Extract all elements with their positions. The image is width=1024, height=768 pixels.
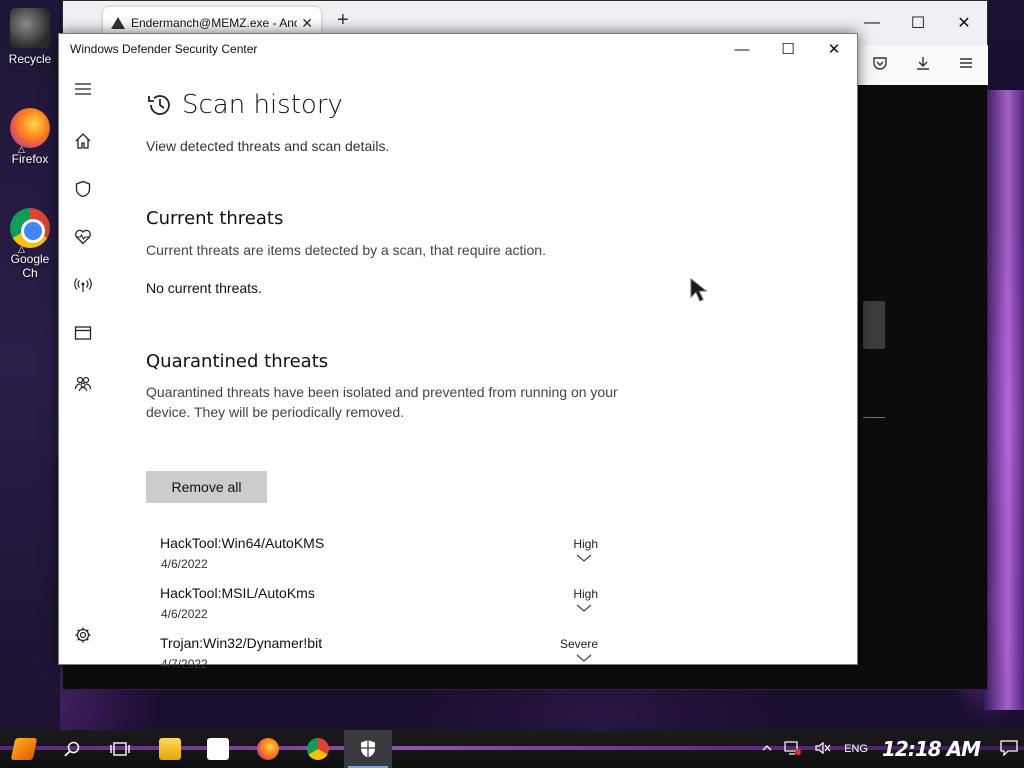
current-threats-heading: Current threats bbox=[146, 208, 284, 229]
minimize-button[interactable]: — bbox=[719, 34, 765, 64]
search-icon bbox=[64, 741, 80, 757]
page-header: Scan history bbox=[146, 90, 343, 120]
chrome-icon bbox=[10, 208, 50, 248]
page-title: Scan history bbox=[182, 90, 343, 120]
page-subtitle: View detected threats and scan details. bbox=[146, 138, 390, 154]
shield-icon[interactable] bbox=[73, 179, 93, 199]
desktop-icon-label: Google Ch bbox=[10, 252, 50, 280]
taskbar-windows-defender[interactable] bbox=[344, 730, 392, 768]
browser-toolbar bbox=[858, 45, 988, 85]
chevron-down-icon[interactable] bbox=[576, 553, 592, 563]
store-icon bbox=[207, 738, 229, 760]
quarantined-threats-heading: Quarantined threats bbox=[146, 351, 329, 372]
close-tab-icon[interactable]: ✕ bbox=[301, 15, 313, 32]
browser-maximize-button[interactable]: ☐ bbox=[895, 1, 941, 45]
taskbar-store[interactable] bbox=[194, 730, 242, 768]
page-panel bbox=[863, 301, 885, 349]
defender-window-controls: — ☐ ✕ bbox=[719, 34, 857, 64]
threat-severity: High bbox=[573, 587, 598, 601]
quarantined-threats-description: Quarantined threats have been isolated a… bbox=[146, 384, 618, 420]
search-button[interactable] bbox=[48, 730, 96, 768]
quarantined-threat-item[interactable]: HackTool:Win64/AutoKMS 4/6/2022 High bbox=[160, 535, 610, 581]
desktop-icon-label: Firefox bbox=[11, 152, 49, 166]
taskbar-file-explorer[interactable] bbox=[146, 730, 194, 768]
home-icon[interactable] bbox=[73, 131, 93, 151]
menu-icon[interactable] bbox=[958, 55, 974, 76]
desktop-icon-recycle-bin[interactable]: Recycle bbox=[2, 8, 58, 66]
window-title: Windows Defender Security Center bbox=[70, 42, 258, 56]
defender-window: Windows Defender Security Center — ☐ ✕ S… bbox=[58, 33, 858, 671]
anonfiles-icon bbox=[111, 17, 125, 29]
volume-icon[interactable] bbox=[814, 740, 832, 759]
desktop-icon-chrome[interactable]: △ Google Ch bbox=[2, 208, 58, 280]
task-view-icon bbox=[110, 742, 130, 756]
threat-name: Trojan:Win32/Dynamer!bit bbox=[160, 635, 323, 651]
broadcast-icon[interactable] bbox=[73, 275, 93, 295]
threat-severity: High bbox=[573, 537, 598, 551]
network-icon[interactable] bbox=[784, 740, 802, 759]
chevron-down-icon[interactable] bbox=[576, 603, 592, 613]
history-icon bbox=[148, 95, 170, 115]
show-hidden-icons-icon[interactable] bbox=[762, 743, 772, 755]
chrome-icon bbox=[307, 738, 329, 760]
start-button[interactable] bbox=[0, 730, 48, 768]
system-tray: ENG 12:18 AM bbox=[756, 730, 1024, 768]
browser-tab-title: Endermanch@MEMZ.exe - AnonFiles bbox=[131, 16, 298, 30]
desktop-icon-label: Recycle bbox=[8, 52, 52, 66]
defender-titlebar[interactable]: Windows Defender Security Center — ☐ ✕ bbox=[59, 34, 857, 64]
remove-all-button[interactable]: Remove all bbox=[146, 471, 267, 503]
close-button[interactable]: ✕ bbox=[811, 34, 857, 64]
input-language[interactable]: ENG bbox=[844, 743, 868, 755]
shortcut-arrow-icon: △ bbox=[18, 144, 25, 154]
maximize-button[interactable]: ☐ bbox=[765, 34, 811, 64]
firefox-icon bbox=[10, 108, 50, 148]
threat-severity: Severe bbox=[559, 637, 598, 651]
defender-shield-icon bbox=[361, 740, 375, 758]
current-threats-description: Current threats are items detected by a … bbox=[146, 242, 546, 258]
taskbar-chrome[interactable] bbox=[294, 730, 342, 768]
new-tab-button[interactable]: + bbox=[337, 9, 349, 32]
taskbar-firefox[interactable] bbox=[244, 730, 292, 768]
threat-name: HackTool:MSIL/AutoKms bbox=[160, 585, 315, 601]
wallpaper-glow bbox=[984, 90, 1024, 710]
family-icon[interactable] bbox=[73, 373, 93, 393]
defender-body: Scan history View detected threats and s… bbox=[59, 64, 857, 671]
heart-pulse-icon[interactable] bbox=[73, 227, 93, 247]
browser-window-controls: — ☐ ✕ bbox=[849, 1, 987, 45]
quarantined-threat-item[interactable]: HackTool:MSIL/AutoKms 4/6/2022 High bbox=[160, 585, 610, 631]
quarantined-threat-item[interactable]: Trojan:Win32/Dynamer!bit 4/7/2022 Severe bbox=[160, 635, 610, 681]
firefox-icon bbox=[257, 738, 279, 760]
page-divider bbox=[863, 417, 885, 418]
threat-date: 4/6/2022 bbox=[161, 557, 208, 571]
shortcut-arrow-icon: △ bbox=[18, 244, 25, 254]
hamburger-menu-icon[interactable] bbox=[73, 79, 93, 99]
threat-date: 4/7/2022 bbox=[161, 657, 208, 671]
scan-history-page: Scan history View detected threats and s… bbox=[146, 64, 857, 671]
browser-control-icon[interactable] bbox=[73, 323, 93, 343]
threat-name: HackTool:Win64/AutoKMS bbox=[160, 535, 325, 551]
current-threats-status: No current threats. bbox=[146, 280, 262, 296]
pocket-icon[interactable] bbox=[872, 55, 888, 76]
action-center-icon[interactable] bbox=[1000, 739, 1018, 759]
start-logo-icon bbox=[10, 738, 38, 760]
download-icon[interactable] bbox=[915, 55, 931, 76]
desktop-icon-firefox[interactable]: △ Firefox bbox=[2, 108, 58, 166]
chevron-down-icon[interactable] bbox=[576, 653, 592, 663]
settings-icon[interactable] bbox=[73, 625, 93, 645]
folder-icon bbox=[159, 738, 181, 760]
clock[interactable]: 12:18 AM bbox=[882, 737, 981, 761]
mouse-cursor-icon bbox=[690, 278, 708, 302]
recycle-bin-icon bbox=[10, 8, 50, 48]
task-view-button[interactable] bbox=[96, 730, 144, 768]
taskbar: ENG 12:18 AM bbox=[0, 730, 1024, 768]
threat-date: 4/6/2022 bbox=[161, 607, 208, 621]
browser-close-button[interactable]: ✕ bbox=[941, 1, 987, 45]
navigation-rail bbox=[59, 64, 107, 664]
